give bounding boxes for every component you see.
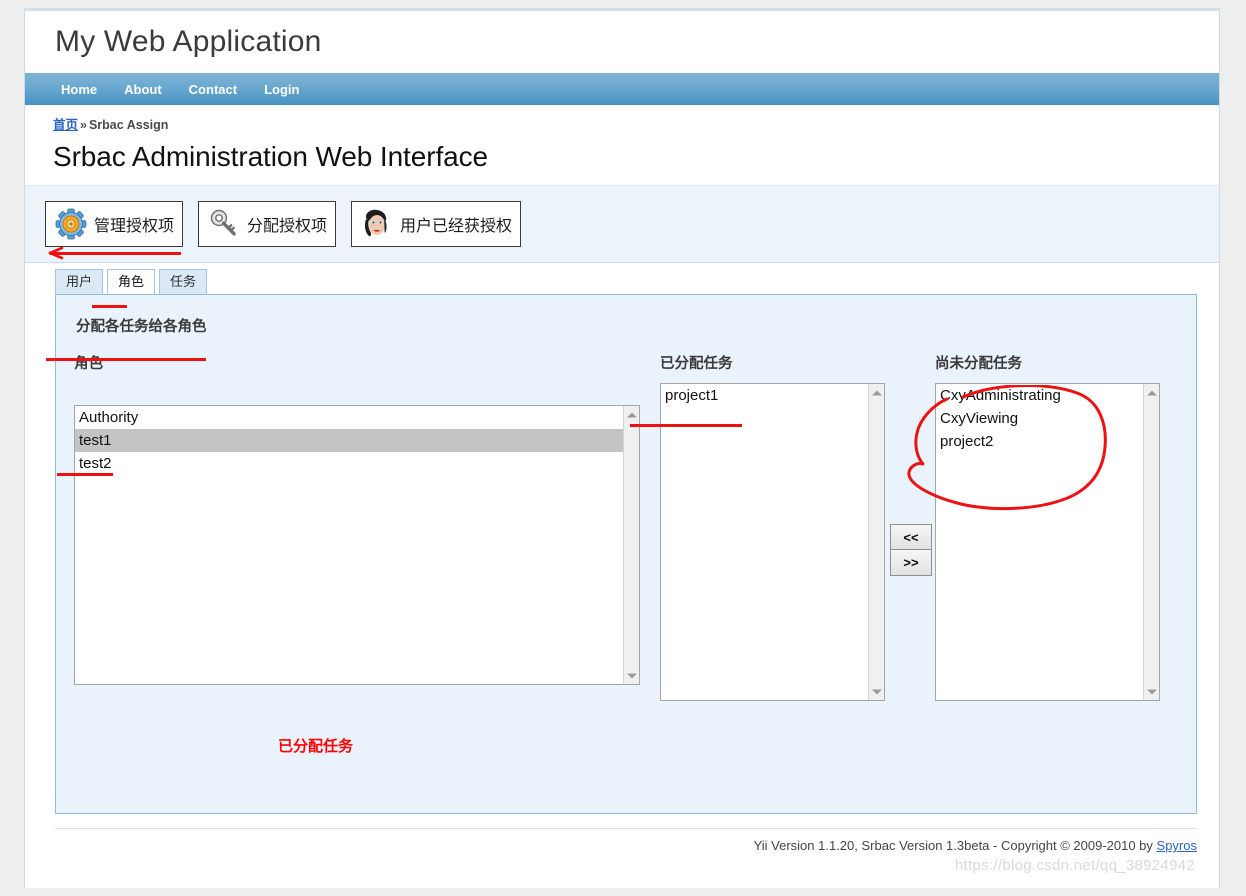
assigned-users-label: 用户已经获授权 — [400, 218, 513, 235]
scroll-down-button[interactable] — [869, 683, 884, 700]
manage-auth-items-button[interactable]: 管理授权项 — [45, 201, 184, 247]
tab-tasks-label: 任务 — [170, 274, 197, 289]
footer-text: Yii Version 1.1.20, Srbac Version 1.3bet… — [753, 838, 1157, 853]
list-item[interactable]: CxyViewing — [936, 407, 1143, 430]
main-navigation: Home About Contact Login — [25, 73, 1219, 105]
nav-item-about[interactable]: About — [124, 82, 162, 97]
annotation-note-text: 已分配任务 — [278, 738, 354, 755]
screenshot-root: My Web Application Home About Contact Lo… — [0, 0, 1246, 896]
page-container: My Web Application Home About Contact Lo… — [24, 8, 1220, 888]
tab-users-label: 用户 — [66, 274, 93, 289]
face-avatar-icon — [360, 207, 394, 241]
toolbar: 管理授权项 分配授权项 用户已经获授权 — [25, 185, 1219, 263]
assigned-tasks-listbox[interactable]: project1 — [660, 383, 885, 701]
list-item[interactable]: project1 — [661, 384, 868, 407]
panel-heading: 分配各任务给各角色 — [76, 319, 207, 335]
chevron-up-icon — [871, 390, 882, 395]
chevron-up-icon — [1146, 390, 1157, 395]
key-icon — [207, 207, 241, 241]
nav-item-home[interactable]: Home — [61, 82, 97, 97]
assigned-users-button[interactable]: 用户已经获授权 — [351, 201, 522, 247]
scroll-up-button[interactable] — [624, 406, 639, 423]
footer-author-link[interactable]: Spyros — [1157, 838, 1197, 853]
assign-auth-items-label: 分配授权项 — [247, 218, 328, 235]
list-item[interactable]: test2 — [75, 452, 623, 475]
scroll-down-button[interactable] — [1144, 683, 1159, 700]
roles-scrollbar[interactable] — [623, 406, 640, 684]
roles-column: 角色 Authority test1 test2 — [74, 352, 640, 701]
tab-roles-label: 角色 — [118, 274, 145, 289]
move-right-button[interactable]: >> — [890, 550, 932, 576]
assigned-tasks-label: 已分配任务 — [660, 356, 733, 372]
gear-icon — [54, 207, 88, 241]
assign-panel: 分配各任务给各角色 角色 Authority test1 test2 已分配任务… — [55, 294, 1197, 814]
tab-roles[interactable]: 角色 — [107, 269, 156, 295]
roles-label: 角色 — [74, 356, 103, 372]
chevron-down-icon — [1146, 689, 1157, 694]
scroll-up-button[interactable] — [1144, 384, 1159, 401]
assigned-scrollbar[interactable] — [868, 384, 885, 700]
manage-auth-items-label: 管理授权项 — [94, 218, 175, 235]
move-left-button[interactable]: << — [890, 524, 932, 550]
unassigned-scrollbar[interactable] — [1143, 384, 1160, 700]
tab-tasks[interactable]: 任务 — [159, 269, 208, 295]
list-item[interactable]: test1 — [75, 429, 623, 452]
roles-listbox[interactable]: Authority test1 test2 — [74, 405, 640, 685]
scroll-up-button[interactable] — [869, 384, 884, 401]
chevron-down-icon — [626, 673, 637, 678]
page-title: Srbac Administration Web Interface — [53, 141, 488, 172]
unassigned-tasks-column: 尚未分配任务 CxyAdministrating CxyViewing proj… — [935, 352, 1160, 701]
panel-columns: 角色 Authority test1 test2 已分配任务 project1 … — [74, 352, 1176, 701]
assign-auth-items-button[interactable]: 分配授权项 — [198, 201, 337, 247]
unassigned-tasks-listbox[interactable]: CxyAdministrating CxyViewing project2 — [935, 383, 1160, 701]
app-title: My Web Application — [55, 25, 322, 58]
unassigned-tasks-label: 尚未分配任务 — [935, 356, 1022, 372]
assigned-tasks-column: 已分配任务 project1 — [660, 352, 885, 701]
breadcrumb: 首页» Srbac Assign — [25, 105, 1219, 133]
nav-item-contact[interactable]: Contact — [189, 82, 237, 97]
chevron-up-icon — [626, 412, 637, 417]
tab-bar: 用户 角色 任务 — [25, 263, 1219, 295]
scroll-down-button[interactable] — [624, 667, 639, 684]
list-item[interactable]: project2 — [936, 430, 1143, 453]
footer: Yii Version 1.1.20, Srbac Version 1.3bet… — [55, 828, 1197, 874]
transfer-buttons-column: << >> — [885, 352, 935, 701]
nav-item-login[interactable]: Login — [264, 82, 299, 97]
breadcrumb-current: Srbac Assign — [88, 118, 169, 132]
breadcrumb-home-link[interactable]: 首页 — [53, 118, 78, 132]
list-item[interactable]: Authority — [75, 406, 623, 429]
tab-users[interactable]: 用户 — [55, 269, 104, 295]
list-item[interactable]: CxyAdministrating — [936, 384, 1143, 407]
breadcrumb-separator: » — [80, 118, 87, 132]
app-header: My Web Application — [25, 11, 1219, 73]
chevron-down-icon — [871, 689, 882, 694]
watermark: https://blog.csdn.net/qq_38924942 — [954, 857, 1195, 874]
